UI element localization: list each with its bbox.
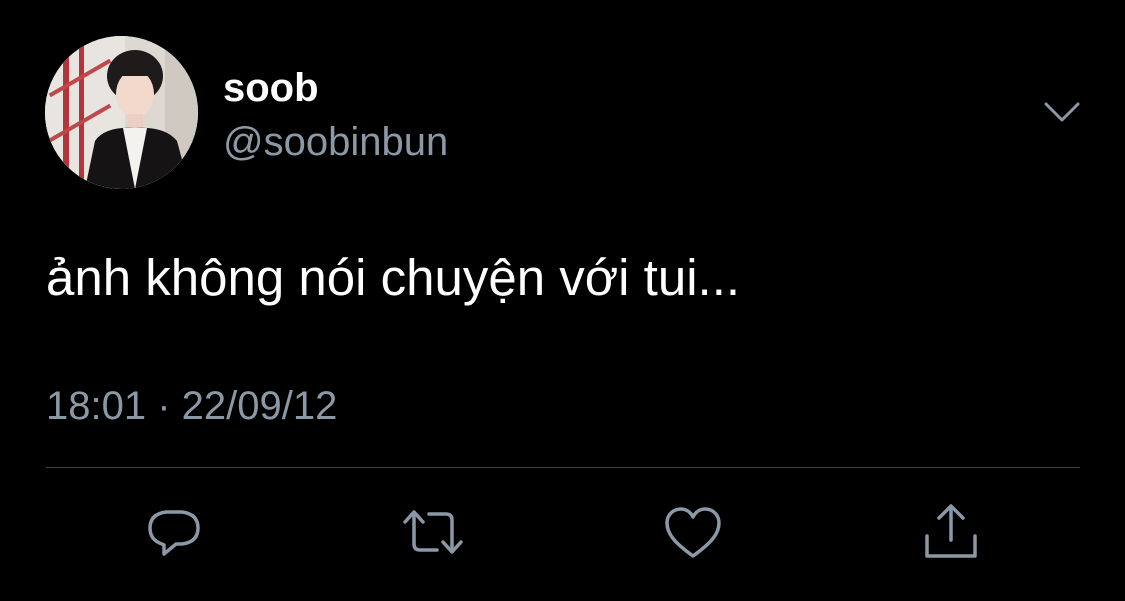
tweet-text: ảnh không nói chuyện với tui... — [46, 249, 741, 306]
share-icon — [925, 504, 977, 558]
tweet-timestamp[interactable]: 18:01 · 22/09/12 — [46, 382, 337, 430]
avatar-photo — [45, 36, 198, 189]
user-handle[interactable]: @soobinbun — [223, 118, 448, 166]
reply-icon — [148, 510, 200, 556]
chevron-down-icon — [1044, 102, 1080, 122]
retweet-icon — [403, 510, 463, 554]
divider — [46, 467, 1080, 468]
retweet-button[interactable] — [401, 500, 465, 564]
tweet-card: soob @soobinbun ảnh không nói chuyện với… — [0, 0, 1125, 601]
heart-icon — [665, 507, 721, 558]
avatar[interactable] — [45, 36, 198, 189]
reply-button[interactable] — [142, 500, 206, 564]
like-button[interactable] — [661, 500, 725, 564]
share-button[interactable] — [919, 500, 983, 564]
display-name[interactable]: soob — [223, 64, 319, 112]
tweet-menu-button[interactable] — [1040, 96, 1084, 128]
